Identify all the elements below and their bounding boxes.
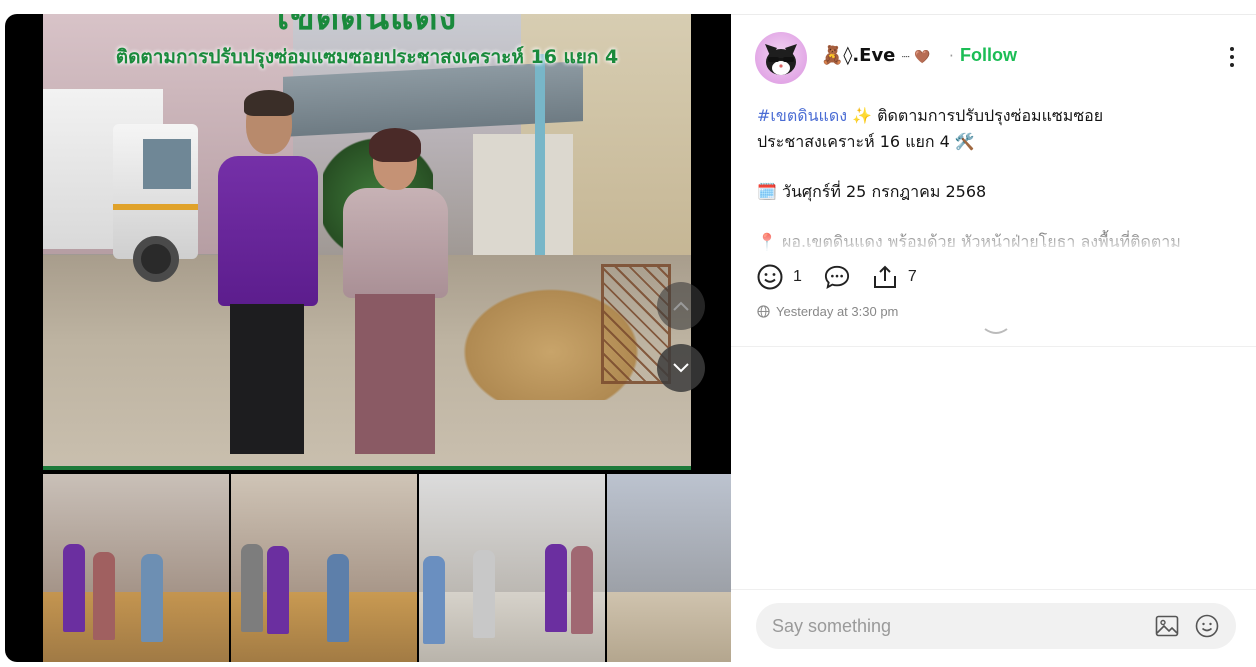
photo-scene: เขตดินแดง ติดตามการปรับปรุงซ่อมแซมซอยประ…	[43, 14, 691, 470]
thumbnail-1[interactable]	[43, 474, 229, 662]
image-icon	[1155, 615, 1179, 637]
post-details-panel: 🧸◊.Eve ┈ 🤎 · Follow #เขตดินแดง ✨ ติดตามก…	[731, 14, 1256, 662]
comment-button[interactable]	[824, 264, 850, 290]
hashtag-link[interactable]: #เขตดินแดง	[757, 106, 847, 125]
author-emoji: 🧸	[821, 45, 844, 66]
previous-image-button[interactable]	[657, 282, 705, 330]
banner-title: เขตดินแดง	[276, 14, 458, 38]
main-photo[interactable]: เขตดินแดง ติดตามการปรับปรุงซ่อมแซมซอยประ…	[43, 14, 691, 470]
author-name[interactable]: 🧸◊.Eve ┈ 🤎	[821, 45, 930, 66]
avatar[interactable]	[755, 32, 807, 84]
caption-line-1: ✨ ติดตามการปรับปรุงซ่อมแซมซอย	[847, 106, 1104, 125]
person-woman	[343, 128, 448, 454]
action-bar: 1 7	[757, 263, 939, 291]
share-count: 7	[907, 268, 917, 285]
kebab-menu-icon	[1230, 47, 1234, 51]
next-image-button[interactable]	[657, 344, 705, 392]
chevron-up-icon	[673, 301, 689, 311]
media-viewer: เขตดินแดง ติดตามการปรับปรุงซ่อมแซมซอยประ…	[5, 14, 731, 662]
emoji-icon	[1195, 614, 1219, 638]
globe-icon	[757, 305, 770, 318]
smiley-icon	[757, 264, 783, 290]
banner-subtitle: ติดตามการปรับปรุงซ่อมแซมซอยประชาสงเคราะห…	[115, 46, 619, 68]
author-handle: ◊.Eve	[843, 45, 896, 66]
comment-composer	[756, 603, 1236, 649]
comment-input[interactable]	[772, 615, 1140, 637]
thumbnail-4[interactable]	[607, 474, 731, 662]
comment-bubble-icon	[824, 265, 849, 290]
post-timestamp: Yesterday at 3:30 pm	[757, 304, 898, 319]
emoji-picker-button[interactable]	[1194, 613, 1220, 639]
timestamp-text: Yesterday at 3:30 pm	[776, 304, 899, 319]
thumbnail-3[interactable]	[419, 474, 605, 662]
more-options-button[interactable]	[1222, 44, 1242, 70]
thumbnail-2[interactable]	[231, 474, 417, 662]
chevron-down-icon	[984, 328, 1008, 334]
author-suffix: ┈ 🤎	[901, 50, 931, 65]
separator-dot: ·	[949, 47, 954, 65]
share-upload-icon	[873, 265, 896, 288]
reaction-count: 1	[793, 268, 802, 285]
share-button[interactable]	[872, 264, 898, 290]
follow-button[interactable]: Follow	[960, 45, 1017, 66]
caption-date: 🗓️ วันศุกร์ที่ 25 กรกฎาคม 2568	[757, 182, 987, 201]
chevron-down-icon	[673, 363, 689, 373]
thumbnail-strip	[43, 474, 731, 662]
expand-caption-button[interactable]	[983, 324, 1009, 338]
react-button[interactable]	[757, 264, 783, 290]
cat-avatar-icon	[765, 44, 797, 75]
attach-image-button[interactable]	[1154, 613, 1180, 639]
person-man	[218, 90, 318, 454]
caption-line-2: ประชาสงเคราะห์ 16 แยก 4 🛠️	[757, 132, 975, 151]
post-viewer: เขตดินแดง ติดตามการปรับปรุงซ่อมแซมซอยประ…	[0, 0, 1256, 667]
